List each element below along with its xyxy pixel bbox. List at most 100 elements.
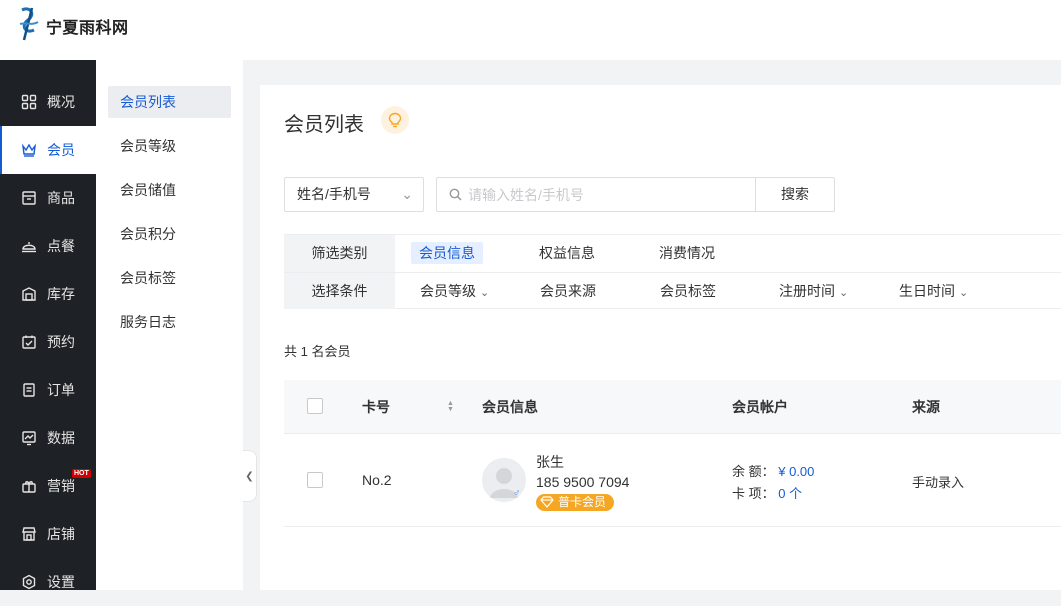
column-header-account: 会员帐户: [732, 399, 788, 415]
gift-icon: [21, 478, 37, 494]
page-title: 会员列表: [284, 114, 364, 136]
primary-nav: 概况 会员 商品 点餐 库存 预约 订单 数据 营销 HOT 店铺 设置: [0, 60, 96, 590]
nav-item-inventory[interactable]: 库存: [0, 270, 96, 318]
member-phone: 185 9500 7094: [536, 474, 630, 490]
search-type-select[interactable]: 姓名/手机号 ⌄: [284, 177, 424, 212]
nav-item-shop[interactable]: 店铺: [0, 510, 96, 558]
card-items-value[interactable]: 0 个: [778, 486, 802, 501]
subnav-item-member-tags[interactable]: 会员标签: [108, 262, 231, 294]
collapse-subnav-button[interactable]: ❮: [243, 450, 257, 502]
nav-label: 数据: [47, 430, 75, 446]
nav-label: 库存: [47, 286, 75, 302]
table-header: 卡号 ▲ ▼ 会员信息 会员帐户 来源: [284, 380, 1061, 434]
table-row[interactable]: No.2 ♂ 张生 185 9500 7094 普卡会员 余 额： ¥ 0.00…: [284, 434, 1061, 527]
filter-condition-label: 选择条件: [284, 273, 395, 309]
card-items-line: 卡 项： 0 个: [732, 483, 802, 502]
column-header-member-info: 会员信息: [482, 399, 538, 415]
logo-icon: [19, 7, 39, 41]
filter-tab-consumption[interactable]: 消费情况: [659, 235, 715, 272]
nav-label: 营销: [47, 478, 75, 494]
balance-value[interactable]: ¥ 0.00: [778, 464, 814, 479]
gender-male-icon: ♂: [513, 488, 521, 499]
filter-option-label: 会员等级: [420, 283, 476, 299]
crown-icon: [21, 142, 37, 158]
filter-category-row: 筛选类别 会员信息 权益信息 消费情况: [284, 235, 1061, 272]
filter-option-label: 生日时间: [899, 283, 955, 299]
nav-item-orders[interactable]: 订单: [0, 366, 96, 414]
search-type-value: 姓名/手机号: [297, 186, 371, 202]
nav-label: 设置: [47, 574, 75, 590]
main-panel: 会员列表 姓名/手机号 ⌄ 搜索 筛选类别 会员信息 权益信息 消费情况 选择条…: [260, 85, 1061, 590]
chevron-left-icon: ❮: [245, 470, 254, 482]
balance-line: 余 额： ¥ 0.00: [732, 461, 814, 480]
chevron-down-icon: ⌄: [401, 186, 413, 202]
tips-button[interactable]: [381, 106, 409, 134]
store-icon: [21, 190, 37, 206]
calendar-check-icon: [21, 334, 37, 350]
nav-label: 店铺: [47, 526, 75, 542]
order-icon: [21, 382, 37, 398]
nav-item-settings[interactable]: 设置: [0, 558, 96, 606]
diamond-icon: [540, 496, 554, 508]
nav-item-overview[interactable]: 概况: [0, 78, 96, 126]
nav-item-members[interactable]: 会员: [0, 126, 96, 174]
filter-register-time-dropdown[interactable]: 注册时间 ⌄: [779, 273, 848, 310]
top-bar: 宁夏雨科网: [0, 0, 1061, 60]
filter-condition-row: 选择条件 会员等级 ⌄ 会员来源 会员标签 注册时间 ⌄ 生日时间 ⌄: [284, 272, 1061, 309]
nav-item-ordering[interactable]: 点餐: [0, 222, 96, 270]
nav-label: 订单: [47, 382, 75, 398]
subnav-item-member-points[interactable]: 会员积分: [108, 218, 231, 250]
subnav-item-member-list[interactable]: 会员列表: [108, 86, 231, 118]
nav-item-marketing[interactable]: 营销 HOT: [0, 462, 96, 510]
balance-label: 余 额：: [732, 464, 775, 479]
lightbulb-icon: [388, 112, 402, 128]
subnav-item-member-level[interactable]: 会员等级: [108, 130, 231, 162]
inventory-icon: [21, 286, 37, 302]
filter-member-source[interactable]: 会员来源: [540, 273, 596, 310]
nav-item-booking[interactable]: 预约: [0, 318, 96, 366]
chevron-down-icon: ⌄: [959, 287, 969, 299]
brand-logo[interactable]: 宁夏雨科网: [16, 4, 129, 44]
nav-label: 概况: [47, 94, 75, 110]
filter-option-label: 注册时间: [779, 283, 835, 299]
card-items-label: 卡 项：: [732, 486, 775, 501]
filter-member-tags[interactable]: 会员标签: [660, 273, 716, 310]
search-button[interactable]: 搜索: [755, 177, 835, 212]
settings-icon: [21, 574, 37, 590]
cloche-icon: [21, 238, 37, 254]
chevron-down-icon: ⌄: [839, 287, 849, 299]
member-name[interactable]: 张生: [536, 452, 564, 472]
filter-member-level-dropdown[interactable]: 会员等级 ⌄: [420, 273, 489, 310]
sort-icon[interactable]: ▲ ▼: [447, 400, 454, 413]
row-checkbox[interactable]: [307, 472, 323, 488]
filter-tab-benefits[interactable]: 权益信息: [539, 235, 595, 272]
member-count: 共 1 名会员: [284, 344, 351, 359]
search-icon: [449, 188, 462, 201]
select-all-checkbox[interactable]: [307, 398, 323, 414]
nav-item-data[interactable]: 数据: [0, 414, 96, 462]
filter-category-label: 筛选类别: [284, 235, 395, 272]
member-source: 手动录入: [912, 475, 965, 490]
search-input[interactable]: [468, 186, 738, 203]
chart-icon: [21, 430, 37, 446]
card-number: No.2: [362, 472, 392, 488]
chevron-down-icon: ⌄: [480, 287, 490, 299]
subnav-item-member-stored-value[interactable]: 会员储值: [108, 174, 231, 206]
search-box[interactable]: [436, 177, 756, 212]
nav-label: 点餐: [47, 238, 75, 254]
filter-tab-label: 会员信息: [411, 242, 483, 264]
column-header-card-no: 卡号: [362, 399, 390, 415]
filter-birthday-dropdown[interactable]: 生日时间 ⌄: [899, 273, 968, 310]
nav-item-goods[interactable]: 商品: [0, 174, 96, 222]
filter-panel: 筛选类别 会员信息 权益信息 消费情况 选择条件 会员等级 ⌄ 会员来源 会员标签…: [284, 234, 1061, 309]
shop-icon: [21, 526, 37, 542]
secondary-nav: 会员列表 会员等级 会员储值 会员积分 会员标签 服务日志: [96, 60, 243, 590]
nav-label: 会员: [47, 142, 75, 158]
hot-badge: HOT: [72, 469, 91, 478]
subnav-item-service-log[interactable]: 服务日志: [108, 306, 231, 338]
filter-tab-member-info[interactable]: 会员信息: [411, 235, 483, 272]
brand-name: 宁夏雨科网: [46, 20, 129, 37]
grid-icon: [21, 94, 37, 110]
member-level-badge: 普卡会员: [536, 494, 615, 511]
column-header-source: 来源: [912, 399, 940, 415]
